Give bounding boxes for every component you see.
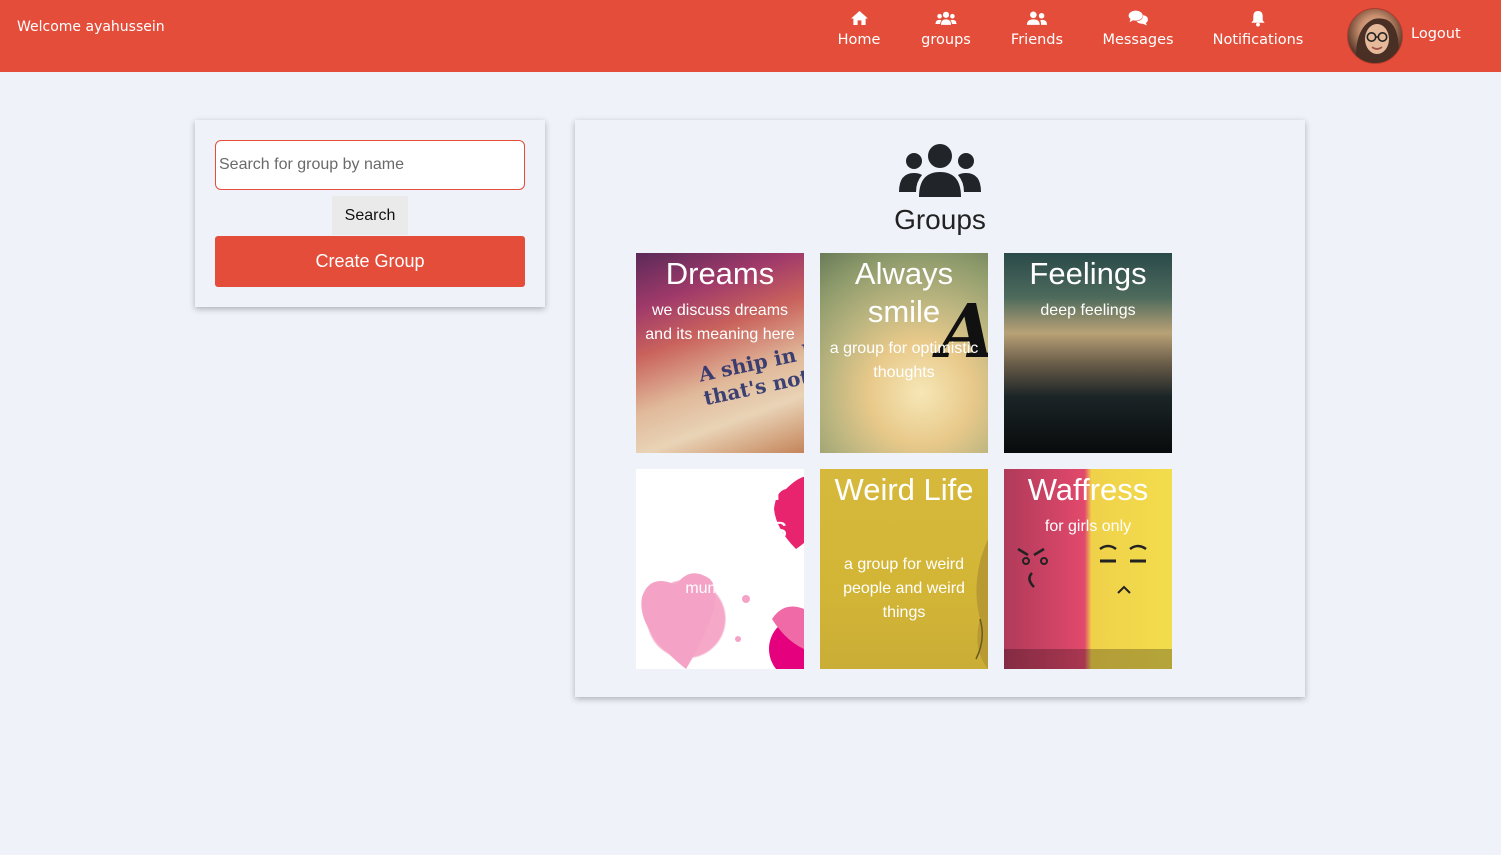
groups-card: Groups A ship in hthat's not w Dreams we… bbox=[575, 120, 1305, 697]
group-tile-egyptian-mummies[interactable]: Egyptian Mummies group for egyptien mumm… bbox=[636, 469, 804, 669]
group-actions-card: Search Create Group bbox=[195, 120, 545, 307]
page-title: Groups bbox=[894, 204, 986, 235]
user-friends-icon bbox=[1026, 8, 1048, 28]
group-tile-weird-life[interactable]: Weird Life a group for weird people and … bbox=[820, 469, 988, 669]
welcome-text: Welcome ayahussein bbox=[17, 19, 165, 35]
nav-home[interactable]: Home bbox=[838, 6, 880, 56]
nav-groups-label: groups bbox=[921, 32, 971, 48]
nav-notifications[interactable]: Notifications bbox=[1211, 6, 1305, 56]
avatar[interactable] bbox=[1347, 8, 1403, 64]
users-icon bbox=[899, 142, 981, 202]
group-name: Waffress bbox=[1027, 472, 1149, 507]
home-icon bbox=[848, 8, 870, 28]
group-description: deep feelings bbox=[1040, 302, 1136, 319]
create-group-button[interactable]: Create Group bbox=[215, 236, 525, 287]
nav-friends-label: Friends bbox=[1010, 32, 1064, 48]
nav-messages[interactable]: Messages bbox=[1101, 6, 1175, 56]
nav-friends[interactable]: Friends bbox=[1009, 6, 1065, 56]
users-icon bbox=[935, 8, 957, 28]
group-tile-always-smile[interactable]: Al Always smile a group for optimistic t… bbox=[820, 253, 988, 453]
group-name: Weird Life bbox=[834, 472, 974, 507]
top-navbar: Welcome ayahussein Home groups Friends M… bbox=[0, 0, 1501, 72]
group-name: Dreams bbox=[665, 256, 775, 291]
group-name: Feelings bbox=[1029, 256, 1147, 291]
group-tile-waffress[interactable]: Waffress for girls only bbox=[1004, 469, 1172, 669]
group-description: we discuss dreams and its meaning here bbox=[645, 302, 795, 343]
group-name: Egyptian Mummies bbox=[652, 472, 788, 545]
group-tile-feelings[interactable]: Feelings deep feelings bbox=[1004, 253, 1172, 453]
group-description: group for egyptien mummies bbox=[655, 556, 785, 597]
search-button[interactable]: Search bbox=[332, 196, 408, 235]
group-search-input[interactable] bbox=[215, 140, 525, 190]
logout-link[interactable]: Logout bbox=[1411, 26, 1461, 42]
nav-home-label: Home bbox=[837, 32, 881, 48]
group-name: Always smile bbox=[854, 256, 954, 329]
nav-messages-label: Messages bbox=[1102, 32, 1174, 48]
comments-icon bbox=[1127, 8, 1149, 28]
nav-notifications-label: Notifications bbox=[1212, 32, 1304, 48]
group-description: a group for optimistic thoughts bbox=[829, 340, 979, 381]
group-description: for girls only bbox=[1044, 518, 1132, 535]
group-description: a group for weird people and weird thing… bbox=[843, 556, 965, 621]
nav-groups[interactable]: groups bbox=[918, 6, 974, 56]
bell-icon bbox=[1247, 8, 1269, 28]
group-tile-dreams[interactable]: A ship in hthat's not w Dreams we discus… bbox=[636, 253, 804, 453]
